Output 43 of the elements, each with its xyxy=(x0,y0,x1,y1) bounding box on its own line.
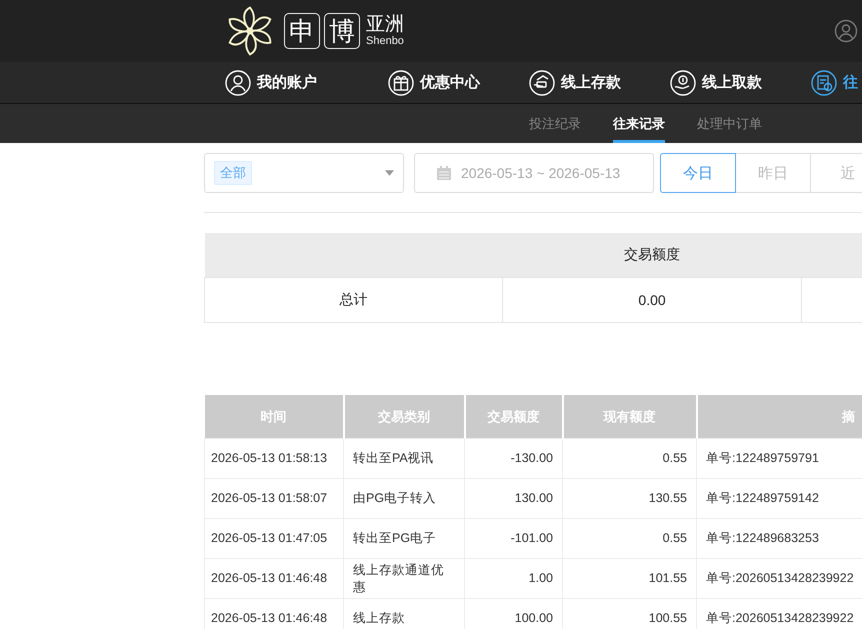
sub-tab[interactable]: 投注纪录 xyxy=(529,104,581,143)
logo-character: 申 xyxy=(284,13,320,49)
logo-character: 博 xyxy=(324,13,360,49)
date-range-field[interactable]: 2026-05-13 ~ 2026-05-13 xyxy=(414,153,654,193)
caret-icon xyxy=(385,170,394,176)
table-cell: 0.55 xyxy=(562,518,696,558)
table-cell: -130.00 xyxy=(464,438,562,478)
clipboard-clock-icon xyxy=(811,70,837,96)
table-cell: 2026-05-13 01:46:48 xyxy=(204,598,344,629)
table-cell: 2026-05-13 01:46:48 xyxy=(204,558,344,598)
table-cell: 总计 xyxy=(204,278,503,322)
table-cell: 单号:122489759791 xyxy=(696,438,862,478)
nav-item[interactable]: 线上取款 xyxy=(670,70,811,96)
table-cell: 1.00 xyxy=(464,558,562,598)
sub-tab[interactable]: 往来记录 xyxy=(613,104,665,143)
sub-tab[interactable]: 处理中订单 xyxy=(697,104,762,143)
table-cell: -101.00 xyxy=(464,518,562,558)
user-icon xyxy=(225,70,251,96)
table-cell: 0.55 xyxy=(562,438,696,478)
nav-item[interactable]: 我的账户 xyxy=(225,70,388,96)
date-range-button[interactable]: 今日 xyxy=(660,153,736,193)
table-cell: 转出至PA视讯 xyxy=(344,438,464,478)
calendar-icon xyxy=(436,165,452,181)
type-select[interactable]: 全部 xyxy=(204,153,404,193)
summary-header: 交易额度 xyxy=(204,233,862,278)
table-cell: 2026-05-13 01:58:07 xyxy=(204,478,344,518)
table-cell: 130.55 xyxy=(562,478,696,518)
nav-item[interactable]: 往 xyxy=(811,70,862,96)
logo-region-text: 亚洲 xyxy=(366,15,404,34)
table-cell: 转出至PG电子 xyxy=(344,518,464,558)
user-icon[interactable] xyxy=(834,19,858,43)
nav-item[interactable]: 线上存款 xyxy=(529,70,670,96)
table-cell: 0.00 xyxy=(502,278,802,322)
table-cell: 2026-05-13 01:58:13 xyxy=(204,438,344,478)
nav-item[interactable]: 优惠中心 xyxy=(388,70,529,96)
logo-latin-text: Shenbo xyxy=(366,36,404,47)
table-cell: 2026-05-13 01:47:05 xyxy=(204,518,344,558)
table-cell: 由PG电子转入 xyxy=(344,478,464,518)
selected-tag: 全部 xyxy=(214,161,252,185)
table-cell: 130.00 xyxy=(464,478,562,518)
gift-icon xyxy=(388,70,414,96)
table-cell: 线上存款通道优惠 xyxy=(344,558,464,598)
table-cell: 101.55 xyxy=(562,558,696,598)
